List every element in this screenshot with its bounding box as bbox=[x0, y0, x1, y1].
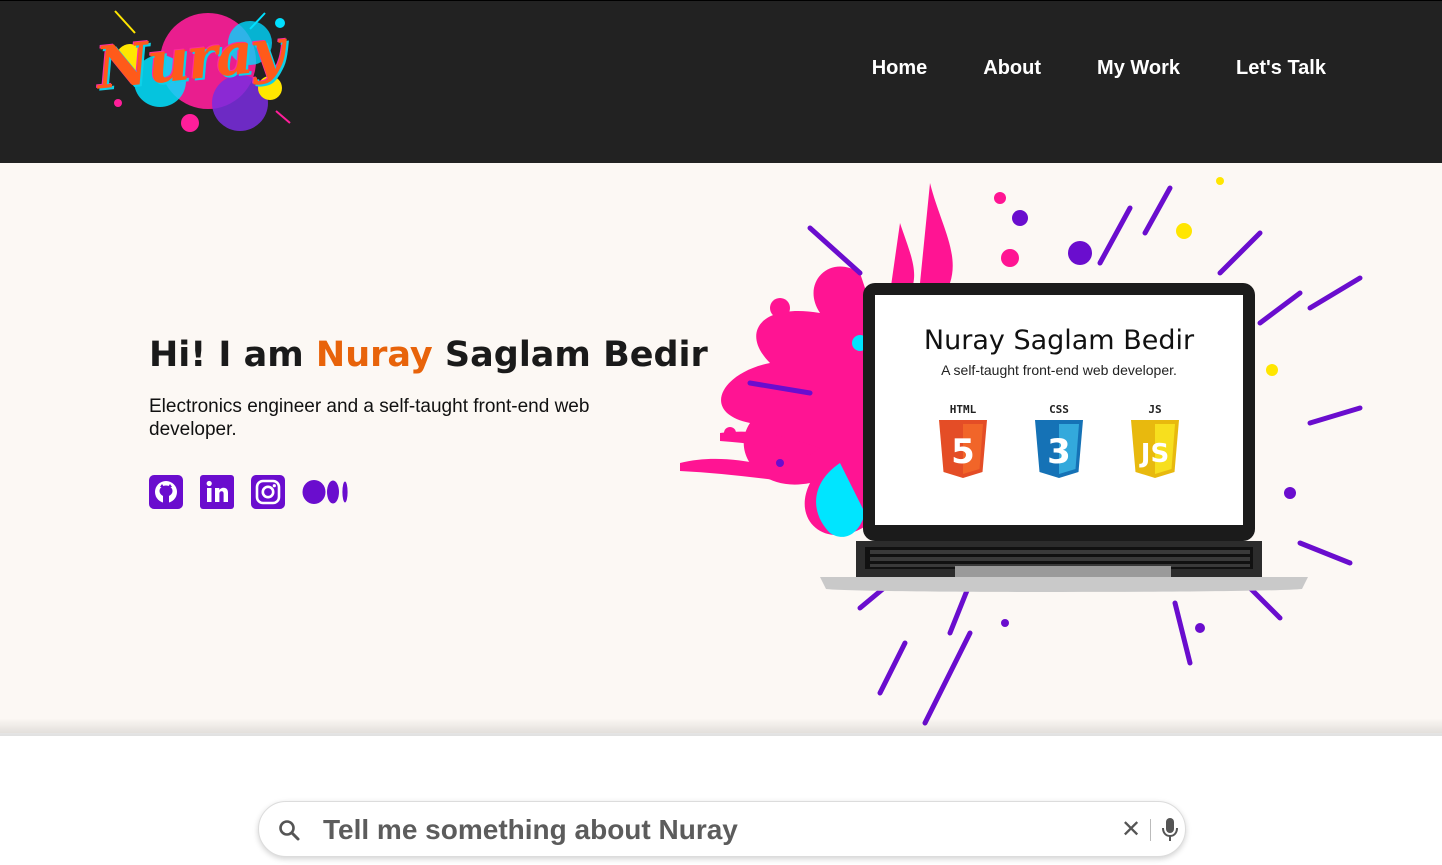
css3-icon: 3 bbox=[1035, 420, 1083, 478]
tech-label: JS bbox=[1148, 403, 1162, 416]
github-icon[interactable] bbox=[149, 475, 183, 509]
nav-home[interactable]: Home bbox=[872, 57, 928, 80]
tech-css: CSS 3 bbox=[1031, 403, 1087, 485]
nav-lets-talk[interactable]: Let's Talk bbox=[1236, 57, 1326, 80]
laptop-title: Nuray Saglam Bedir bbox=[923, 325, 1195, 356]
nav-my-work[interactable]: My Work bbox=[1097, 57, 1180, 80]
greeting-prefix: Hi! I am bbox=[149, 335, 316, 375]
tech-label: CSS bbox=[1049, 403, 1069, 416]
greeting-name: Nuray bbox=[315, 335, 433, 375]
clear-icon[interactable]: ✕ bbox=[1121, 817, 1141, 841]
microphone-icon[interactable] bbox=[1161, 817, 1179, 843]
site-logo[interactable]: Nuray bbox=[90, 3, 300, 148]
tech-badges: HTML 5 CSS 3 JS JS bbox=[875, 403, 1243, 485]
tech-html: HTML 5 bbox=[935, 403, 991, 485]
medium-icon[interactable] bbox=[302, 475, 350, 509]
search-bar: ✕ bbox=[258, 801, 1186, 857]
search-input[interactable] bbox=[323, 812, 1083, 848]
linkedin-icon[interactable] bbox=[200, 475, 234, 509]
tech-number: JS bbox=[1139, 439, 1169, 469]
laptop-subtitle: A self-taught front-end web developer. bbox=[941, 362, 1177, 378]
html5-icon: 5 bbox=[939, 420, 987, 478]
search-divider bbox=[1150, 819, 1151, 841]
main-nav: Home About My Work Let's Talk bbox=[872, 57, 1326, 80]
tech-number: 3 bbox=[1047, 432, 1071, 472]
search-icon[interactable] bbox=[277, 818, 301, 842]
social-links bbox=[149, 475, 350, 509]
tech-js: JS JS bbox=[1127, 403, 1183, 485]
hero-illustration: Nuray Saglam Bedir A self-taught front-e… bbox=[660, 163, 1380, 733]
site-header: Nuray Home About My Work Let's Talk bbox=[0, 0, 1442, 163]
laptop-screen: Nuray Saglam Bedir A self-taught front-e… bbox=[875, 295, 1243, 525]
tech-label: HTML bbox=[949, 403, 977, 416]
hero-section: Hi! I am Nuray Saglam Bedir Electronics … bbox=[0, 163, 1442, 733]
instagram-icon[interactable] bbox=[251, 475, 285, 509]
hero-bottom-shadow bbox=[0, 718, 1442, 736]
hero-greeting: Hi! I am Nuray Saglam Bedir bbox=[149, 335, 708, 375]
js-icon: JS bbox=[1131, 420, 1179, 478]
hero-subtitle: Electronics engineer and a self-taught f… bbox=[149, 396, 590, 440]
nav-about[interactable]: About bbox=[983, 57, 1041, 80]
tech-number: 5 bbox=[951, 432, 975, 472]
